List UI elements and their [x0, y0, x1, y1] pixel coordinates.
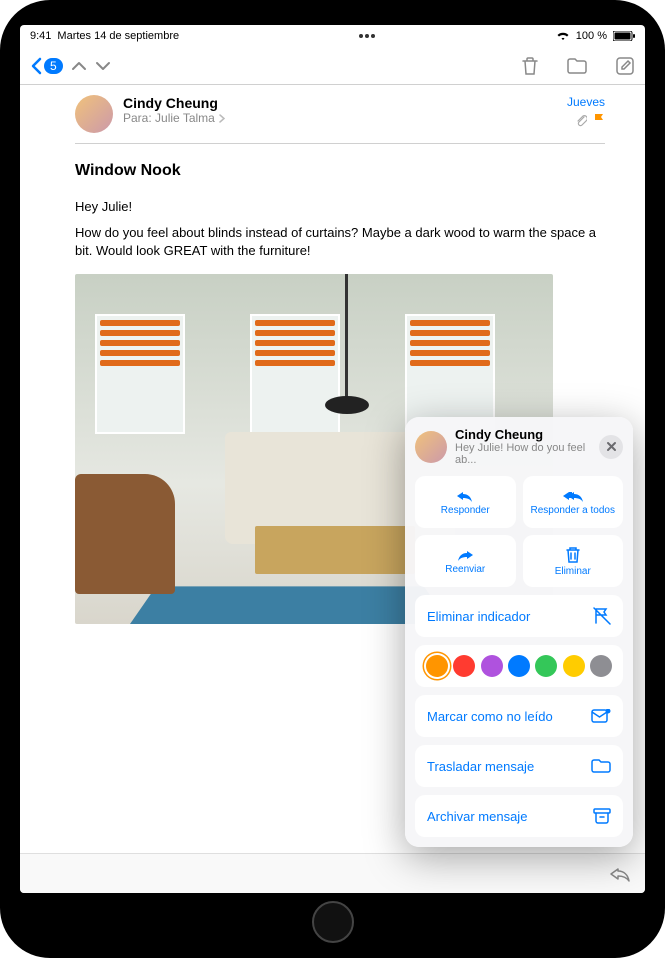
message-date[interactable]: Jueves — [567, 95, 605, 109]
status-bar: 9:41 Martes 14 de septiembre 100 % — [20, 25, 645, 47]
move-message-row[interactable]: Trasladar mensaje — [415, 745, 623, 787]
battery-text: 100 % — [576, 30, 607, 42]
reply-icon[interactable] — [609, 865, 631, 883]
recipient-name[interactable]: Julie Talma — [155, 111, 215, 125]
mail-toolbar: 5 — [20, 47, 645, 85]
message-subject: Window Nook — [75, 162, 605, 180]
trash-icon — [565, 546, 581, 564]
sender-avatar[interactable] — [75, 95, 113, 133]
flag-off-icon — [593, 607, 611, 625]
bottom-toolbar — [20, 853, 645, 893]
chevron-up-icon[interactable] — [71, 59, 87, 73]
sheet-sender: Cindy Cheung — [455, 427, 591, 442]
flag-color-option[interactable] — [508, 655, 530, 677]
forward-button[interactable]: Reenviar — [415, 535, 516, 587]
flag-icon — [593, 113, 605, 127]
envelope-dot-icon — [591, 709, 611, 723]
mark-unread-row[interactable]: Marcar como no leído — [415, 695, 623, 737]
status-right: 100 % — [556, 30, 635, 42]
move-message-label: Trasladar mensaje — [427, 759, 534, 774]
chevron-right-icon — [218, 114, 225, 123]
status-date: Martes 14 de septiembre — [57, 30, 179, 42]
archive-icon — [593, 808, 611, 824]
remove-flag-label: Eliminar indicador — [427, 609, 530, 624]
folder-icon — [591, 759, 611, 773]
delete-label: Eliminar — [555, 566, 591, 577]
flag-color-option[interactable] — [590, 655, 612, 677]
flag-color-option[interactable] — [426, 655, 448, 677]
forward-icon — [455, 548, 475, 562]
to-label: Para: — [123, 111, 152, 125]
close-button[interactable] — [599, 435, 623, 459]
unread-badge: 5 — [44, 58, 63, 74]
status-time: 9:41 — [30, 30, 51, 42]
folder-icon[interactable] — [567, 58, 587, 74]
sheet-preview: Hey Julie! How do you feel ab... — [455, 442, 591, 466]
message-text: How do you feel about blinds instead of … — [75, 224, 605, 260]
flag-color-option[interactable] — [453, 655, 475, 677]
status-left: 9:41 Martes 14 de septiembre — [30, 30, 179, 42]
chevron-left-icon — [30, 57, 42, 75]
wifi-icon — [556, 31, 570, 41]
sheet-header: Cindy Cheung Hey Julie! How do you feel … — [415, 427, 623, 466]
forward-label: Reenviar — [445, 564, 485, 575]
ipad-frame: 9:41 Martes 14 de septiembre 100 % 5 — [0, 0, 665, 958]
reply-icon — [455, 489, 475, 503]
reply-label: Responder — [441, 505, 490, 516]
remove-flag-row[interactable]: Eliminar indicador — [415, 595, 623, 637]
reply-all-icon — [561, 489, 585, 503]
message-header: Cindy Cheung Para: Julie Talma Jueves — [20, 85, 645, 143]
battery-icon — [613, 31, 635, 41]
flag-color-option[interactable] — [481, 655, 503, 677]
screen: 9:41 Martes 14 de septiembre 100 % 5 — [20, 25, 645, 893]
close-icon — [606, 441, 617, 452]
paperclip-icon — [575, 113, 587, 127]
reply-all-button[interactable]: Responder a todos — [523, 476, 624, 528]
chevron-down-icon[interactable] — [95, 59, 111, 73]
archive-message-row[interactable]: Archivar mensaje — [415, 795, 623, 837]
home-button[interactable] — [312, 901, 354, 943]
sheet-avatar — [415, 431, 447, 463]
reply-button[interactable]: Responder — [415, 476, 516, 528]
flag-color-option[interactable] — [535, 655, 557, 677]
back-button[interactable]: 5 — [30, 57, 63, 75]
archive-message-label: Archivar mensaje — [427, 809, 527, 824]
compose-icon[interactable] — [615, 56, 635, 76]
message-greeting: Hey Julie! — [75, 198, 605, 216]
flag-colors-row — [415, 645, 623, 687]
flag-color-option[interactable] — [563, 655, 585, 677]
mark-unread-label: Marcar como no leído — [427, 709, 553, 724]
reply-all-label: Responder a todos — [530, 505, 615, 516]
action-sheet: Cindy Cheung Hey Julie! How do you feel … — [405, 417, 633, 847]
trash-icon[interactable] — [521, 56, 539, 76]
delete-button[interactable]: Eliminar — [523, 535, 624, 587]
sender-name[interactable]: Cindy Cheung — [123, 95, 557, 111]
multitask-indicator[interactable] — [359, 34, 375, 38]
